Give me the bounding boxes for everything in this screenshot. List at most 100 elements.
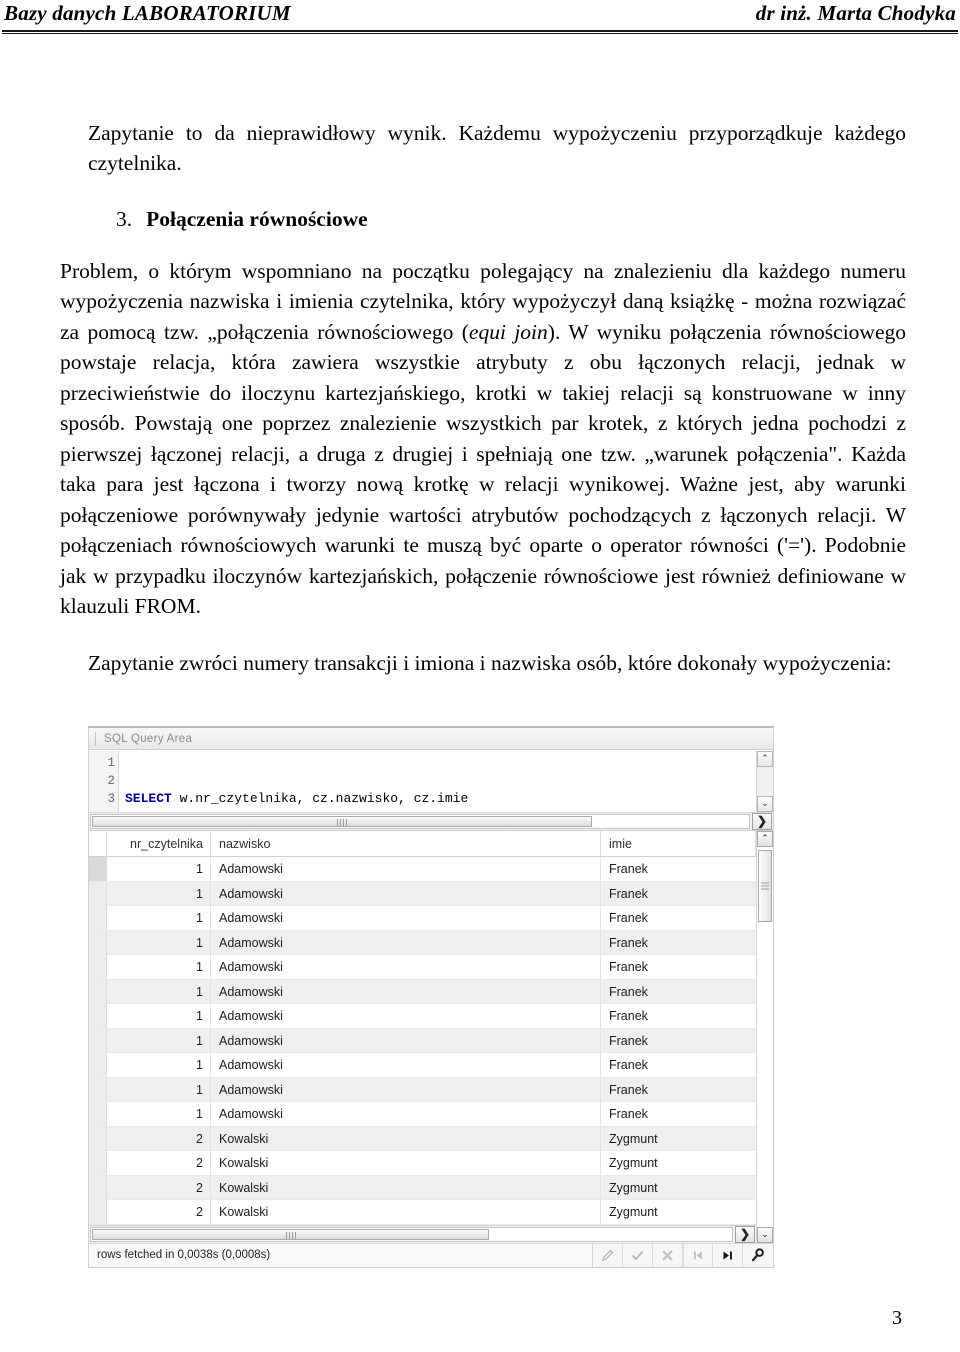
cell-nr-czytelnika: 1	[107, 1028, 211, 1053]
cell-nazwisko: Kowalski	[211, 1126, 601, 1151]
cell-imie: Franek	[609, 862, 648, 876]
cell-nazwisko: Adamowski	[211, 1053, 601, 1077]
cell-imie: Zygmunt	[609, 1156, 658, 1170]
table-row[interactable]: 2 Kowalski Zygmunt	[89, 1175, 756, 1200]
row-selector-cell[interactable]	[89, 906, 107, 930]
table-row[interactable]: 1 Adamowski Franek	[89, 1053, 756, 1078]
record-action-buttons	[593, 1243, 773, 1267]
cell-nazwisko: Adamowski	[211, 930, 601, 955]
table-row[interactable]: 1 Adamowski Franek	[89, 930, 756, 955]
grid-hscroll-right-arrow-icon[interactable]: ❯	[735, 1225, 755, 1243]
row-selector-cell[interactable]	[89, 1102, 107, 1126]
row-selector-cell[interactable]	[89, 1175, 107, 1200]
first-record-icon[interactable]	[683, 1243, 713, 1267]
scrollbar-grip-icon	[337, 819, 348, 826]
row-selector-cell[interactable]	[89, 1077, 107, 1102]
grid-vertical-scrollbar[interactable]: ⌃ ⌄	[756, 831, 773, 1243]
table-row[interactable]: 1 Adamowski Franek	[89, 979, 756, 1004]
section-heading: 3. Połączenia równościowe	[116, 204, 906, 234]
editor-horizontal-scrollbar[interactable]: ❯	[89, 812, 773, 830]
grid-horizontal-scrollbar[interactable]: ❯	[89, 1224, 756, 1243]
grid-scroll-up-arrow-icon[interactable]: ⌃	[757, 831, 773, 847]
line-number: 2	[107, 774, 115, 788]
cell-nr-czytelnika: 2	[107, 1151, 211, 1175]
row-selector-cell[interactable]	[89, 1126, 107, 1151]
search-magnifier-icon[interactable]	[743, 1243, 773, 1267]
tab-separator	[95, 731, 96, 746]
table-row[interactable]: 1 Adamowski Franek	[89, 955, 756, 980]
table-row[interactable]: 1 Adamowski Franek	[89, 1028, 756, 1053]
cell-nr-czytelnika: 2	[107, 1200, 211, 1224]
line-number: 1	[107, 756, 115, 770]
grid-hscroll-track[interactable]	[90, 1226, 733, 1242]
table-row[interactable]: 1 Adamowski Franek	[89, 1077, 756, 1102]
grid-scroll-down-arrow-icon[interactable]: ⌄	[757, 1226, 773, 1243]
row-selector-cell[interactable]	[89, 930, 107, 955]
cell-imie: Franek	[609, 1033, 648, 1048]
cell-nazwisko: Adamowski	[211, 1004, 601, 1028]
editor-hscroll-thumb[interactable]	[92, 816, 593, 827]
row-selector-cell[interactable]	[89, 857, 107, 881]
results-grid-header: nr_czytelnika nazwisko imie	[89, 830, 756, 857]
section-title: Połączenia równościowe	[146, 207, 368, 231]
cell-nazwisko: Kowalski	[211, 1175, 601, 1200]
table-row[interactable]: 2 Kowalski Zygmunt	[89, 1126, 756, 1151]
cell-imie: Franek	[609, 984, 648, 999]
cell-imie: Franek	[609, 1058, 648, 1072]
row-selector-cell[interactable]	[89, 979, 107, 1004]
cell-nr-czytelnika: 1	[107, 1004, 211, 1028]
scroll-up-arrow-icon[interactable]: ⌃	[757, 751, 773, 767]
edit-pencil-icon[interactable]	[593, 1243, 623, 1267]
scrollbar-grip-icon	[761, 882, 769, 890]
editor-hscroll-track[interactable]	[90, 814, 750, 829]
cell-nazwisko: Adamowski	[211, 955, 601, 979]
cell-imie: Franek	[609, 1082, 648, 1097]
row-selector-cell[interactable]	[89, 1151, 107, 1175]
cell-imie: Zygmunt	[609, 1131, 658, 1146]
confirm-check-icon[interactable]	[623, 1243, 653, 1267]
table-row[interactable]: 1 Adamowski Franek	[89, 857, 756, 882]
column-header-imie[interactable]: imie	[601, 830, 756, 857]
sql-code-area[interactable]: 1 2 3 SELECT w.nr_czytelnika, cz.nazwisk…	[89, 751, 756, 812]
sql-editor[interactable]: 1 2 3 SELECT w.nr_czytelnika, cz.nazwisk…	[89, 750, 773, 812]
section-body-part2: ). W wyniku połączenia równościowego pow…	[60, 319, 906, 619]
table-row[interactable]: 1 Adamowski Franek	[89, 1004, 756, 1029]
table-row[interactable]: 2 Kowalski Zygmunt	[89, 1151, 756, 1176]
table-row[interactable]: 1 Adamowski Franek	[89, 881, 756, 906]
sql-text[interactable]: SELECT w.nr_czytelnika, cz.nazwisko, cz.…	[119, 751, 468, 812]
row-selector-cell[interactable]	[89, 881, 107, 906]
sql-tool-screenshot: SQL Query Area 1 2 3 SELECT w.nr_czyteln…	[88, 726, 774, 1268]
row-selector-cell[interactable]	[89, 1200, 107, 1224]
editor-vertical-scrollbar[interactable]: ⌃ ⌄	[756, 751, 773, 812]
scrollbar-grip-icon	[285, 1231, 296, 1239]
cell-imie: Franek	[609, 911, 648, 925]
cancel-x-icon[interactable]	[653, 1243, 683, 1267]
tab-sql-query-area[interactable]: SQL Query Area	[104, 733, 192, 745]
column-header-nr-czytelnika[interactable]: nr_czytelnika	[107, 830, 211, 857]
status-message: rows fetched in 0,0038s (0,0008s)	[89, 1243, 593, 1267]
query-area-tabstrip: SQL Query Area	[89, 728, 773, 750]
cell-imie: Franek	[609, 960, 648, 974]
cell-nazwisko: Adamowski	[211, 857, 601, 881]
table-row[interactable]: 2 Kowalski Zygmunt	[89, 1200, 756, 1225]
cell-nazwisko: Adamowski	[211, 979, 601, 1004]
table-row[interactable]: 1 Adamowski Franek	[89, 906, 756, 931]
editor-hscroll-right-arrow-icon[interactable]: ❯	[752, 813, 772, 830]
cell-nazwisko: Adamowski	[211, 1028, 601, 1053]
row-selector-cell[interactable]	[89, 955, 107, 979]
grid-hscroll-thumb[interactable]	[92, 1228, 490, 1240]
document-body: Zapytanie to da nieprawidłowy wynik. Każ…	[60, 118, 906, 678]
last-record-icon[interactable]	[713, 1243, 743, 1267]
results-grid-rows: 1 Adamowski Franek 1 Adamowski Franek 1 Adamows…	[89, 857, 756, 1225]
row-selector-cell[interactable]	[89, 1028, 107, 1053]
sql-keyword: SELECT	[125, 791, 172, 806]
row-selector-cell[interactable]	[89, 1053, 107, 1077]
row-selector-cell[interactable]	[89, 1004, 107, 1028]
scroll-down-arrow-icon[interactable]: ⌄	[757, 796, 773, 812]
column-header-nazwisko[interactable]: nazwisko	[211, 830, 601, 857]
grid-vscroll-thumb[interactable]	[758, 850, 772, 922]
sql-line-rest: w.nr_czytelnika, cz.nazwisko, cz.imie	[171, 791, 469, 806]
section-3: 3. Połączenia równościowe	[116, 204, 906, 234]
cell-imie: Zygmunt	[609, 1180, 658, 1195]
table-row[interactable]: 1 Adamowski Franek	[89, 1102, 756, 1127]
